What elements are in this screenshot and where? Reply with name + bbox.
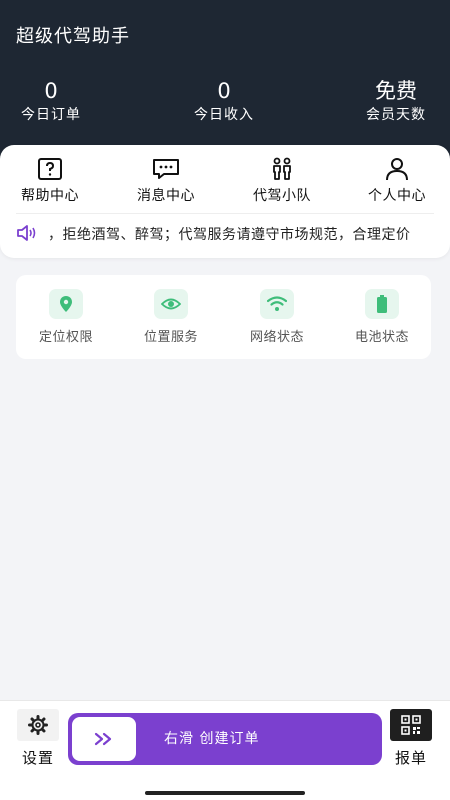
stat-value: 0: [217, 79, 231, 103]
nav-label: 个人中心: [368, 188, 426, 204]
stat-label: 今日收入: [194, 107, 254, 123]
perm-icon-box: [154, 289, 188, 319]
perm-icon-box: [49, 289, 83, 319]
perm-label: 网络状态: [249, 330, 304, 345]
speaker-icon: [17, 225, 36, 241]
nav-personal-center[interactable]: 个人中心: [357, 157, 437, 205]
report-icon-box: [390, 709, 432, 741]
message-icon: [153, 159, 179, 179]
home-indicator: [145, 791, 305, 795]
perm-icon-box: [260, 289, 294, 319]
perm-label: 电池状态: [354, 330, 409, 345]
notice-marquee[interactable]: ，拒绝酒驾、醉驾；代驾服务请遵守市场规范，合理定价: [16, 223, 434, 245]
perm-location-permission[interactable]: 定位权限: [24, 289, 108, 345]
nav-card: 帮助中心 消息中心 代驾小队 个人中心 ，拒绝酒驾、醉驾；代驾服务请遵守市场规范…: [0, 145, 450, 258]
slider-knob[interactable]: [72, 717, 136, 761]
nav-label: 代驾小队: [253, 188, 311, 204]
team-icon: [273, 157, 291, 180]
perm-location-service[interactable]: 位置服务: [129, 289, 213, 345]
report-button[interactable]: 报单: [389, 709, 433, 768]
perm-battery-status[interactable]: 电池状态: [340, 289, 424, 345]
nav-label: 帮助中心: [21, 188, 79, 204]
location-pin-icon: [60, 296, 72, 312]
nav-message-center[interactable]: 消息中心: [126, 157, 206, 205]
stat-today-orders[interactable]: 0 今日订单: [14, 78, 88, 126]
bottom-bar: 设置 右滑 创建订单 报单: [0, 700, 450, 800]
create-order-slider[interactable]: 右滑 创建订单: [68, 713, 382, 765]
perm-label: 位置服务: [143, 330, 198, 345]
battery-icon: [377, 295, 387, 313]
stat-member-days[interactable]: 免费 会员天数: [358, 78, 434, 126]
qr-code-icon: [401, 715, 421, 735]
stat-label: 会员天数: [366, 107, 426, 123]
stat-label: 今日订单: [21, 107, 81, 123]
perm-label: 定位权限: [38, 330, 93, 345]
stat-value: 0: [44, 79, 58, 103]
notice-text: ，拒绝酒驾、醉驾；代驾服务请遵守市场规范，合理定价: [48, 227, 411, 243]
perm-icon-box: [365, 289, 399, 319]
app-title: 超级代驾助手: [16, 26, 130, 47]
perm-network-status[interactable]: 网络状态: [235, 289, 319, 345]
user-icon: [386, 158, 408, 181]
help-icon: [38, 158, 62, 180]
eye-target-icon: [161, 298, 181, 310]
nav-label: 消息中心: [137, 188, 195, 204]
double-chevron-right-icon: [94, 732, 112, 746]
wifi-icon: [267, 296, 287, 311]
stat-today-income[interactable]: 0 今日收入: [186, 78, 262, 126]
gear-icon: [28, 715, 48, 735]
stat-value: 免费: [375, 79, 417, 103]
settings-label: 设置: [21, 749, 54, 767]
settings-icon-box: [17, 709, 59, 741]
nav-driver-team[interactable]: 代驾小队: [242, 157, 322, 205]
slider-text: 右滑 创建订单: [164, 731, 260, 747]
settings-button[interactable]: 设置: [16, 709, 60, 768]
permissions-card: 定位权限 位置服务 网络状态 电池状态: [16, 275, 431, 359]
nav-help-center[interactable]: 帮助中心: [10, 157, 90, 205]
report-label: 报单: [394, 749, 427, 767]
divider: [16, 213, 434, 214]
